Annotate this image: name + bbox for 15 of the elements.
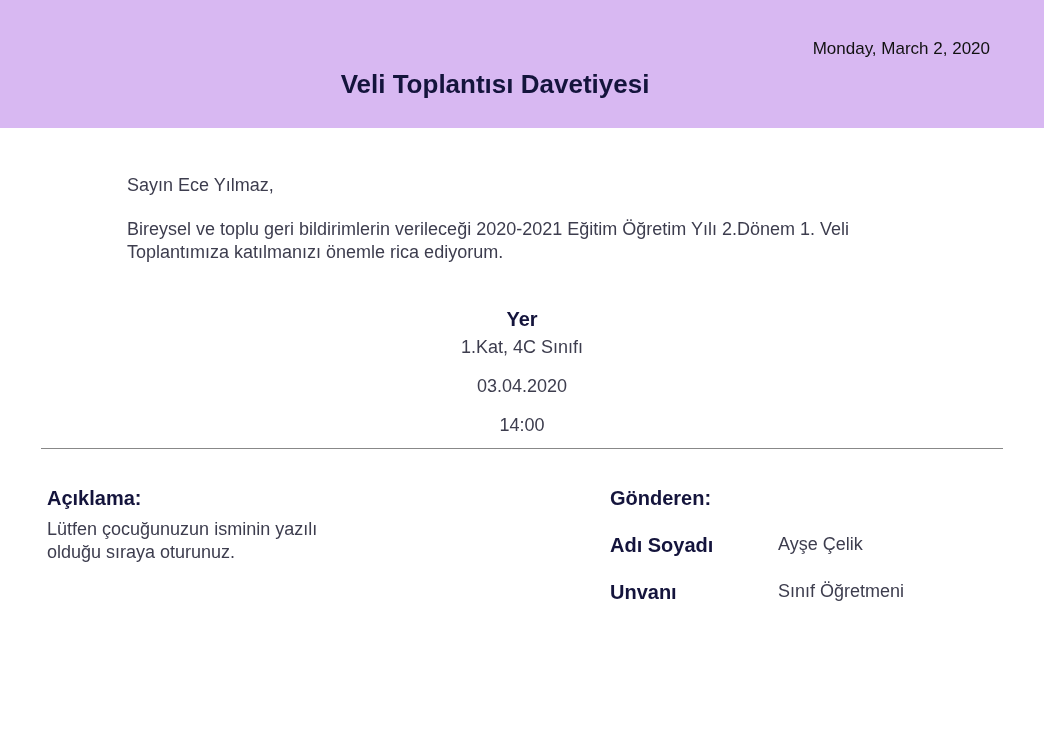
note-text: Lütfen çocuğunuzun isminin yazılı olduğu sıraya oturunuz.	[47, 518, 319, 564]
field-value: Sınıf Öğretmeni	[778, 581, 905, 603]
field-value: Ayşe Çelik	[778, 534, 863, 556]
invitation-title: Veli Toplantısı Davetiyesi	[339, 69, 651, 100]
sender-heading: Gönderen:	[610, 487, 713, 510]
message-paragraph: Bireysel ve toplu geri bildirimlerin verileceği 2020-2021 Eğitim Öğretim Yılı 2.Dönem 1. Veli Toplantımıza katılmanızı önemle rica ediyorum.	[127, 218, 850, 264]
meeting-date: 03.04.2020	[475, 376, 569, 397]
greeting-text: Sayın Ece Yılmaz,	[127, 175, 275, 196]
header-date: Monday, March 2, 2020	[811, 39, 990, 59]
note-heading: Açıklama:	[47, 487, 143, 510]
location-heading: Yer	[505, 308, 539, 331]
field-label: Adı Soyadı	[610, 534, 715, 557]
field-label: Unvanı	[610, 581, 678, 604]
meeting-time: 14:00	[498, 415, 546, 436]
location-place: 1.Kat, 4C Sınıfı	[459, 337, 585, 358]
